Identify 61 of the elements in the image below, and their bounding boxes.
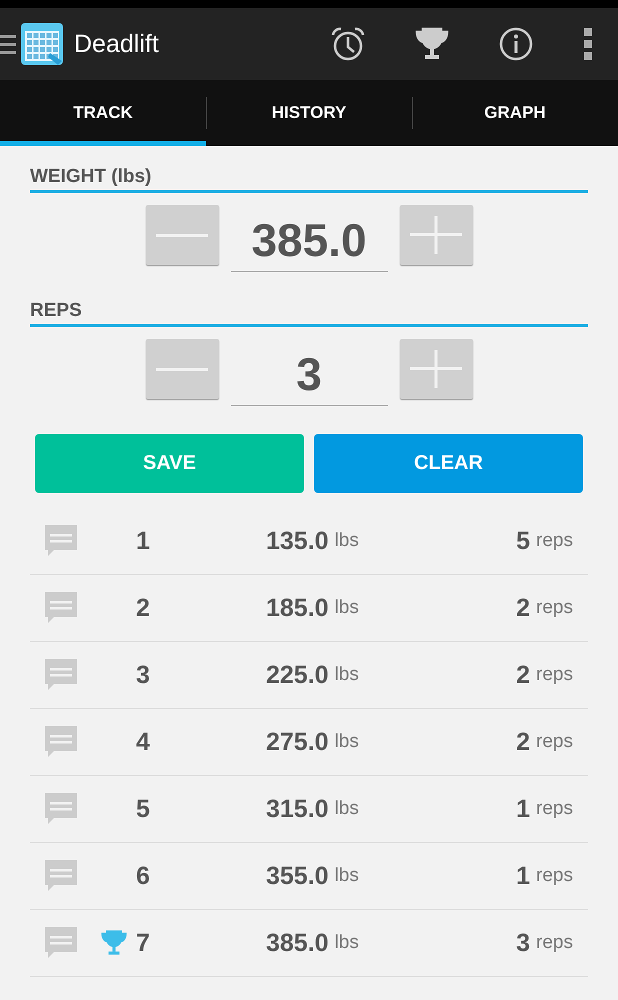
set-number: 6 — [136, 862, 150, 890]
weight-unit: lbs — [334, 530, 359, 552]
comment-icon[interactable] — [44, 524, 78, 558]
set-weight: 185.0 — [266, 594, 329, 622]
decrement-button[interactable] — [146, 339, 218, 399]
comment-icon[interactable] — [44, 591, 78, 625]
section-heading: WEIGHT (lbs) — [30, 146, 588, 193]
reps-unit: reps — [536, 865, 573, 887]
reps-unit: reps — [536, 664, 573, 686]
set-weight: 355.0 — [266, 862, 329, 890]
tab[interactable]: TRACK — [0, 80, 206, 146]
comment-icon[interactable] — [44, 725, 78, 759]
weight-unit: lbs — [334, 932, 359, 954]
set-number: 3 — [136, 660, 150, 690]
set-reps: 2 — [516, 594, 530, 622]
increment-button[interactable] — [400, 205, 472, 265]
set-reps: 2 — [516, 728, 530, 756]
weight-field[interactable]: 385.0 — [230, 209, 388, 272]
set-reps: 1 — [516, 862, 530, 890]
reps-field[interactable]: 3 — [230, 343, 388, 406]
weight-unit: lbs — [334, 865, 359, 887]
tab[interactable]: HISTORY — [206, 80, 412, 146]
minus-icon — [156, 368, 208, 370]
comment-icon[interactable] — [44, 658, 78, 692]
set-number: 1 — [136, 526, 150, 556]
reps-unit: reps — [536, 798, 573, 820]
set-number: 7 — [136, 928, 150, 958]
plus-icon — [410, 216, 462, 254]
set-number: 5 — [136, 794, 150, 824]
decrement-button[interactable] — [146, 205, 218, 265]
comment-icon[interactable] — [44, 859, 78, 893]
set-weight: 315.0 — [266, 794, 329, 824]
tab[interactable]: GRAPH — [412, 80, 618, 146]
set-weight: 275.0 — [266, 728, 329, 756]
section-heading: REPS — [30, 300, 588, 327]
set-weight: 385.0 — [266, 928, 329, 958]
set-number: 2 — [136, 594, 150, 622]
comment-icon[interactable] — [44, 926, 78, 960]
reps-unit: reps — [536, 530, 573, 552]
reps-unit: reps — [536, 932, 573, 954]
set-reps: 3 — [516, 928, 530, 958]
increment-button[interactable] — [400, 339, 472, 399]
calendar-app-icon[interactable] — [20, 21, 66, 67]
weight-unit: lbs — [334, 731, 359, 753]
comment-icon[interactable] — [44, 792, 78, 826]
set-reps: 1 — [516, 794, 530, 824]
set-weight: 135.0 — [266, 526, 329, 556]
reps-unit: reps — [536, 731, 573, 753]
plus-icon — [410, 350, 462, 388]
set-weight: 225.0 — [266, 660, 329, 690]
menu-icon[interactable] — [0, 33, 16, 55]
weight-unit: lbs — [334, 597, 359, 619]
set-number: 4 — [136, 728, 150, 756]
minus-icon — [156, 234, 208, 236]
reps-unit: reps — [536, 597, 573, 619]
record-trophy-icon — [100, 929, 128, 957]
weight-unit: lbs — [334, 798, 359, 820]
weight-unit: lbs — [334, 664, 359, 686]
app-title: Deadlift — [74, 30, 159, 58]
set-reps: 5 — [516, 526, 530, 556]
set-reps: 2 — [516, 660, 530, 690]
